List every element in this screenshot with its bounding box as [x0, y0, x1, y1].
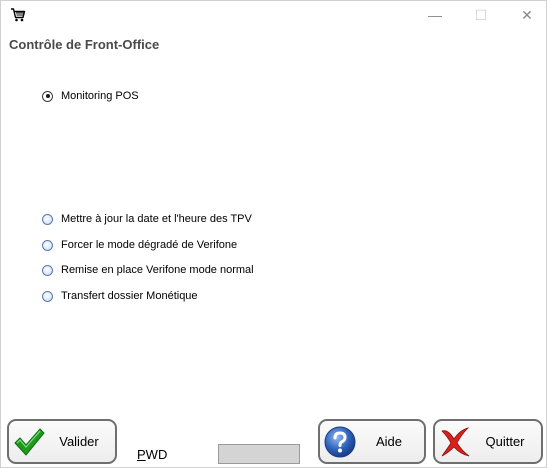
option-restore-verifone-normal[interactable]: Remise en place Verifone mode normal: [42, 262, 254, 278]
help-label: Aide: [375, 434, 403, 449]
quit-label: Quitter: [485, 434, 525, 449]
option-transfer-monetique[interactable]: Transfert dossier Monétique: [42, 288, 198, 304]
page-title: Contrôle de Front-Office: [9, 37, 160, 52]
pwd-label-rest: WD: [145, 447, 168, 462]
green-check-icon: [14, 428, 45, 456]
option-label: Transfert dossier Monétique: [61, 290, 198, 302]
option-label: Remise en place Verifone mode normal: [61, 264, 254, 276]
close-button[interactable]: ✕: [504, 1, 547, 29]
title-bar: — ☐ ✕: [1, 1, 546, 29]
help-button[interactable]: Aide: [318, 419, 426, 464]
option-update-date-time-tpv[interactable]: Mettre à jour la date et l'heure des TPV: [42, 211, 252, 227]
pwd-input[interactable]: [218, 444, 300, 464]
radio-button[interactable]: [42, 290, 53, 302]
option-force-degraded-verifone[interactable]: Forcer le mode dégradé de Verifone: [42, 237, 237, 253]
option-label: Forcer le mode dégradé de Verifone: [61, 239, 238, 251]
maximize-button[interactable]: ☐: [458, 1, 504, 29]
radio-button[interactable]: [42, 264, 53, 276]
option-monitoring-pos[interactable]: Monitoring POS: [42, 88, 139, 104]
radio-button-checked[interactable]: [42, 90, 53, 102]
option-label: Mettre à jour la date et l'heure des TPV: [61, 213, 252, 225]
quit-button[interactable]: Quitter: [433, 419, 543, 464]
radio-button[interactable]: [42, 239, 53, 251]
pwd-label-hotkey: P: [137, 447, 146, 462]
radio-button[interactable]: [42, 213, 53, 225]
pwd-label: PWD: [137, 447, 167, 462]
shopping-cart-icon: [11, 8, 26, 22]
help-icon: [324, 426, 356, 458]
option-label: Monitoring POS: [61, 90, 139, 102]
validate-button[interactable]: Valider: [7, 419, 117, 464]
minimize-button[interactable]: —: [412, 1, 458, 29]
main-window: — ☐ ✕ Contrôle de Front-Office Monitorin…: [0, 0, 547, 468]
validate-label: Valider: [59, 434, 99, 449]
red-x-icon: [441, 427, 470, 457]
